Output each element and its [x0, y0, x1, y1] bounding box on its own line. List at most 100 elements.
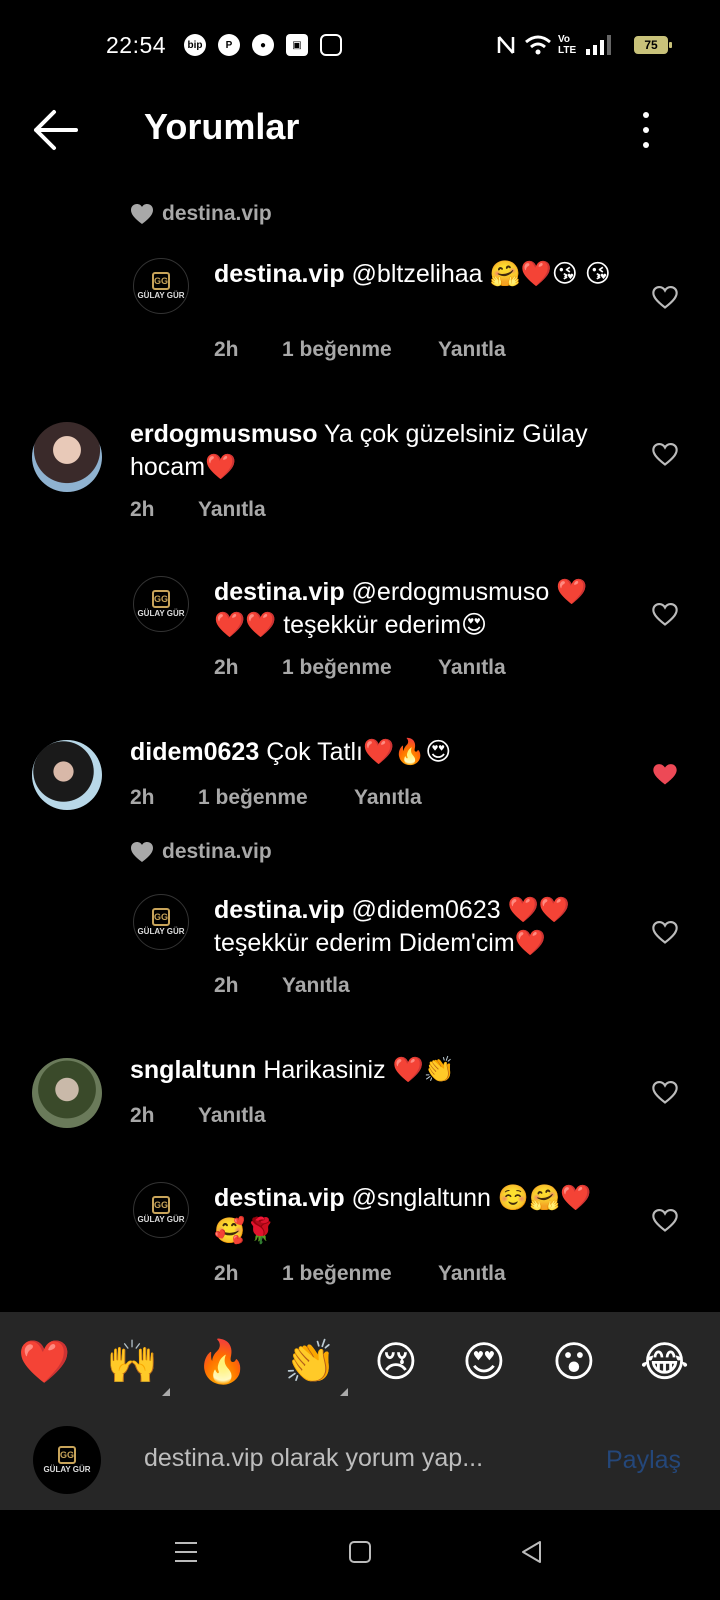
like-heart-filled-icon[interactable] — [651, 760, 679, 788]
comment-body: destina.vip @erdogmusmuso ❤️ ❤️❤️ teşekk… — [214, 576, 624, 642]
comment-meta: 2h 1 beğenme Yanıtla — [214, 338, 506, 362]
nfc-icon — [497, 36, 515, 54]
battery-icon: 75 — [634, 36, 672, 54]
reply-button[interactable]: Yanıtla — [198, 498, 266, 522]
reaction-bar: ❤️ 🙌 🔥 👏 😢 😍 😮 😂 — [0, 1312, 720, 1408]
share-button[interactable]: Paylaş — [606, 1446, 681, 1475]
comment-username[interactable]: erdogmusmuso — [130, 420, 318, 448]
reply-button[interactable]: Yanıtla — [438, 656, 506, 680]
comment-text: Çok Tatlı❤️🔥😍 — [266, 738, 452, 766]
like-heart-icon[interactable] — [651, 440, 679, 468]
menu-icon[interactable] — [174, 1540, 198, 1564]
comment-likes[interactable]: 1 beğenme — [282, 656, 438, 680]
instagram-icon — [320, 34, 342, 56]
comment-body: destina.vip @bltzelihaa 🤗❤️😘 😘 — [214, 258, 614, 291]
box-icon: ▣ — [286, 34, 308, 56]
comment-input[interactable]: destina.vip olarak yorum yap... — [144, 1444, 483, 1473]
more-options-icon[interactable] — [640, 110, 652, 150]
avatar[interactable]: GG GÜLAY GÜR — [133, 576, 189, 632]
avatar[interactable] — [32, 740, 102, 810]
comment-likes[interactable]: 1 beğenme — [282, 338, 438, 362]
heart-filled-icon — [131, 842, 153, 862]
skin-tone-indicator — [162, 1388, 170, 1396]
comment-body: didem0623 Çok Tatlı❤️🔥😍 — [130, 736, 630, 769]
reaction-laughing[interactable]: 😂 — [640, 1338, 689, 1386]
back-nav-icon[interactable] — [520, 1540, 544, 1564]
like-heart-icon[interactable] — [651, 283, 679, 311]
comment-username[interactable]: destina.vip — [214, 1184, 345, 1212]
reaction-heart[interactable]: ❤️ — [18, 1338, 70, 1386]
comment-username[interactable]: didem0623 — [130, 738, 259, 766]
avatar[interactable] — [32, 422, 102, 492]
comment-composer: GG GÜLAY GÜR destina.vip olarak yorum ya… — [0, 1408, 720, 1510]
reaction-raised-hands[interactable]: 🙌 — [106, 1338, 158, 1386]
composer-avatar: GG GÜLAY GÜR — [33, 1426, 101, 1494]
reply-button[interactable]: Yanıtla — [438, 1262, 506, 1286]
heart-filled-icon — [131, 204, 153, 224]
reaction-heart-eyes[interactable]: 😍 — [462, 1338, 506, 1386]
comment-text: Harikasiniz ❤️👏 — [263, 1056, 455, 1084]
logo-mark: GG — [152, 272, 170, 290]
avatar[interactable]: GG GÜLAY GÜR — [133, 1182, 189, 1238]
liked-by-label: destina.vip — [162, 840, 272, 863]
comment-time: 2h — [214, 974, 239, 997]
comment-time: 2h — [214, 656, 239, 679]
comment-username[interactable]: snglaltunn — [130, 1056, 256, 1084]
vodafone-icon: ● — [252, 34, 274, 56]
comment-time: 2h — [214, 338, 239, 361]
comment-time: 2h — [214, 1262, 239, 1285]
comment-username[interactable]: destina.vip — [214, 260, 345, 288]
reaction-sad[interactable]: 😢 — [374, 1338, 418, 1386]
comment-meta: 2h 1 beğenme Yanıtla — [130, 786, 422, 810]
reply-button[interactable]: Yanıtla — [354, 786, 422, 810]
reaction-fire[interactable]: 🔥 — [196, 1338, 248, 1386]
reply-button[interactable]: Yanıtla — [282, 974, 350, 998]
logo-name: GÜLAY GÜR — [137, 1215, 185, 1224]
comment-meta: 2h Yanıtla — [130, 1104, 266, 1128]
comment-meta: 2h 1 beğenme Yanıtla — [214, 656, 506, 680]
avatar[interactable] — [32, 1058, 102, 1128]
like-heart-icon[interactable] — [651, 918, 679, 946]
system-nav-bar — [0, 1510, 720, 1600]
like-heart-icon[interactable] — [651, 1206, 679, 1234]
comment-likes[interactable]: 1 beğenme — [282, 1262, 438, 1286]
like-heart-icon[interactable] — [651, 1078, 679, 1106]
page-title: Yorumlar — [144, 106, 300, 147]
liked-by-creator: destina.vip — [130, 840, 272, 864]
comment-time: 2h — [130, 1104, 155, 1127]
avatar[interactable]: GG GÜLAY GÜR — [133, 258, 189, 314]
comment-username[interactable]: destina.vip — [214, 896, 345, 924]
comment-body: destina.vip @didem0623 ❤️❤️ teşekkür ede… — [214, 894, 624, 960]
home-icon[interactable] — [348, 1540, 372, 1564]
logo-mark: GG — [152, 908, 170, 926]
comment-time: 2h — [130, 498, 155, 521]
wifi-icon — [525, 35, 551, 55]
reaction-clap[interactable]: 👏 — [284, 1338, 336, 1386]
comment-meta: 2h Yanıtla — [130, 498, 266, 522]
comment-time: 2h — [130, 786, 155, 809]
comment-meta: 2h 1 beğenme Yanıtla — [214, 1262, 506, 1286]
comment-username[interactable]: destina.vip — [214, 578, 345, 606]
reply-button[interactable]: Yanıtla — [438, 338, 506, 362]
reply-button[interactable]: Yanıtla — [198, 1104, 266, 1128]
back-arrow-icon[interactable] — [32, 108, 80, 152]
logo-name: GÜLAY GÜR — [137, 927, 185, 936]
logo-name: GÜLAY GÜR — [43, 1465, 91, 1474]
signal-icon — [586, 35, 611, 55]
volte-label: Vo LTE — [558, 34, 577, 56]
comment-text: @bltzelihaa 🤗❤️😘 😘 — [351, 260, 611, 288]
comment-likes[interactable]: 1 beğenme — [198, 786, 354, 810]
avatar[interactable]: GG GÜLAY GÜR — [133, 894, 189, 950]
like-heart-icon[interactable] — [651, 600, 679, 628]
logo-mark: GG — [152, 1196, 170, 1214]
comment-body: destina.vip @snglaltunn ☺️🤗❤️ 🥰🌹 — [214, 1182, 624, 1248]
comment-body: erdogmusmuso Ya çok güzelsiniz Gülay hoc… — [130, 418, 630, 484]
logo-mark: GG — [58, 1446, 76, 1464]
skin-tone-indicator — [340, 1388, 348, 1396]
comment-meta: 2h Yanıtla — [214, 974, 350, 998]
reaction-surprised[interactable]: 😮 — [552, 1338, 596, 1386]
logo-name: GÜLAY GÜR — [137, 609, 185, 618]
pinterest-icon: P — [218, 34, 240, 56]
comment-body: snglaltunn Harikasiniz ❤️👏 — [130, 1054, 630, 1087]
status-time: 22:54 — [106, 32, 167, 58]
